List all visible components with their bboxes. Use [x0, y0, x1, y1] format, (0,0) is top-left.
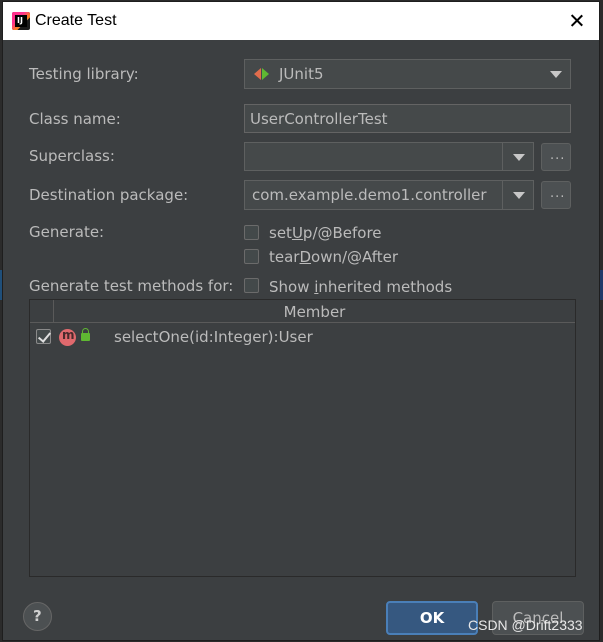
testing-library-label: Testing library: [29, 65, 139, 83]
class-name-input[interactable]: UserControllerTest [244, 104, 571, 133]
show-inherited-label[interactable]: Show inherited methods [269, 278, 452, 296]
show-inherited-checkbox[interactable] [244, 278, 259, 293]
superclass-browse-button[interactable]: ... [541, 143, 571, 171]
table-row[interactable]: m selectOne(id:Integer):User [30, 324, 575, 350]
destination-package-browse-button[interactable]: ... [541, 181, 571, 209]
checkbox-column-header[interactable] [30, 300, 54, 322]
ok-button[interactable]: OK [386, 601, 478, 635]
teardown-label[interactable]: tearDown/@After [269, 248, 398, 266]
browse-label: ... [550, 148, 566, 163]
junit-icon [254, 68, 270, 80]
combo-separator [502, 181, 503, 209]
members-table[interactable]: Member m selectOne(id:Integer):User [29, 299, 576, 577]
setup-label[interactable]: setUp/@Before [269, 224, 382, 242]
superclass-select[interactable] [244, 142, 534, 171]
chevron-down-icon[interactable] [513, 192, 525, 199]
testing-library-select[interactable]: JUnit5 [244, 59, 571, 89]
chevron-down-icon [550, 71, 562, 78]
help-button[interactable]: ? [23, 602, 52, 631]
destination-package-label: Destination package: [29, 186, 189, 204]
generate-label: Generate: [29, 223, 105, 241]
intellij-app-icon: IJ [12, 12, 30, 30]
public-access-icon [81, 328, 90, 341]
ok-label: OK [419, 609, 445, 627]
member-checkbox[interactable] [36, 329, 51, 344]
teardown-checkbox[interactable] [244, 249, 259, 264]
testing-library-value: JUnit5 [279, 65, 324, 83]
chevron-down-icon[interactable] [513, 153, 525, 161]
watermark: CSDN @Drift2333 [468, 617, 583, 633]
combo-separator [502, 143, 503, 170]
dialog-title: Create Test [35, 12, 117, 29]
generate-methods-label: Generate test methods for: [29, 277, 234, 295]
help-icon: ? [33, 607, 42, 625]
destination-package-select[interactable]: com.example.demo1.controller [244, 180, 534, 210]
setup-checkbox[interactable] [244, 225, 259, 240]
class-name-value: UserControllerTest [250, 110, 388, 128]
class-name-label: Class name: [29, 110, 121, 128]
member-column-header[interactable]: Member [54, 303, 575, 321]
close-icon[interactable] [567, 11, 587, 31]
table-header: Member [30, 300, 575, 323]
create-test-dialog: IJ Create Test Testing library: JUnit5 C… [2, 1, 600, 641]
superclass-label: Superclass: [29, 147, 115, 165]
title-bar: IJ Create Test [3, 2, 599, 40]
destination-package-value: com.example.demo1.controller [252, 186, 487, 204]
member-signature: selectOne(id:Integer):User [114, 328, 313, 346]
method-icon: m [59, 328, 76, 346]
browse-label: ... [550, 186, 566, 201]
